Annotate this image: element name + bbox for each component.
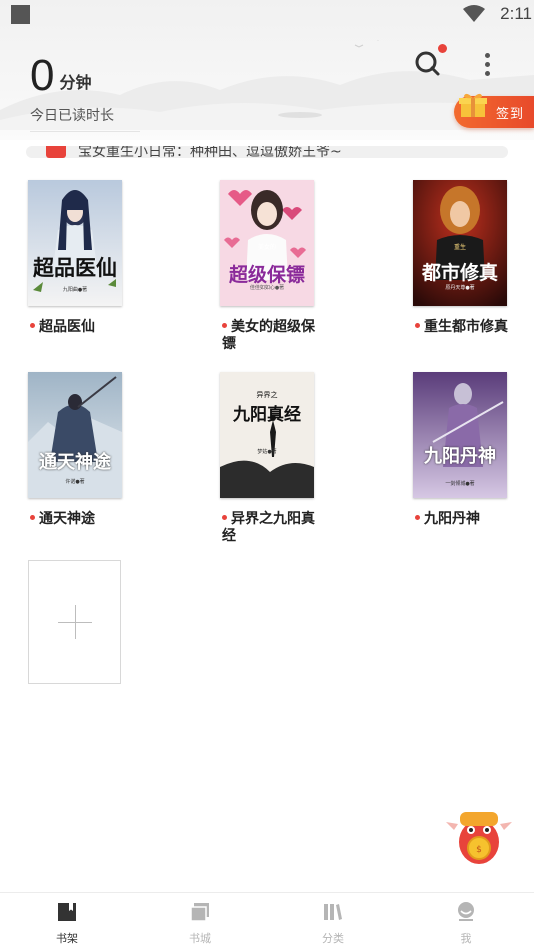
cover-title: 超级保镖: [228, 264, 305, 286]
profile-icon: [458, 902, 474, 921]
tab-label: 分类: [322, 932, 344, 945]
notification-icon: [11, 5, 30, 24]
status-bar: 2:11: [0, 0, 534, 28]
app-screen: 2:11 0 分钟 今日已读时长 签到 宝女重生小日常：种种田、逗逗傲娇王爷~: [0, 0, 534, 949]
plus-icon: [75, 605, 76, 639]
announcement-icon: [46, 146, 66, 158]
bookstore-icon: [190, 903, 209, 922]
wifi-icon: [463, 5, 485, 22]
divider: [30, 131, 140, 132]
book-title-text: 异界之九阳真经: [222, 511, 315, 544]
cover-author: 原丹天尊●著: [445, 285, 475, 291]
search-badge: [438, 44, 447, 53]
tab-label: 书城: [189, 932, 211, 945]
signin-label: 签到: [496, 107, 525, 122]
cover-title: 都市修真: [421, 262, 498, 284]
book-cover[interactable]: 通天神途 许诺●著: [28, 372, 122, 498]
book-cover[interactable]: 九阳丹神 一剑倾城●著: [413, 372, 507, 498]
unread-dot: [30, 514, 35, 520]
book-title-text: 通天神途: [39, 511, 95, 527]
reading-minutes: 0 分钟: [30, 54, 92, 98]
cover-subtitle: 美女的: [257, 244, 276, 251]
notice-bar[interactable]: 宝女重生小日常：种种田、逗逗傲娇王爷~: [26, 146, 508, 158]
cover-title: 超品医仙: [33, 255, 117, 280]
cover-subtitle: 重生: [453, 244, 466, 251]
mascot-reward-icon[interactable]: $: [446, 808, 512, 868]
unread-dot: [222, 514, 227, 520]
cover-title: 九阳丹神: [424, 446, 496, 467]
cover-author: 一剑倾城●著: [445, 481, 475, 487]
tab-bookshelf[interactable]: 书架: [17, 893, 117, 949]
tab-category[interactable]: 分类: [283, 893, 383, 949]
book-cover[interactable]: 重生 都市修真 原丹天尊●著: [413, 180, 507, 306]
book-title[interactable]: 异界之九阳真经: [222, 511, 322, 545]
book-title[interactable]: 超品医仙: [30, 319, 130, 336]
cover-title: 九阳真经: [233, 405, 301, 425]
book-cover[interactable]: 美女的 超级保镖 佳佳如如心●著: [220, 180, 314, 306]
unread-dot: [415, 322, 420, 328]
book-cover[interactable]: 异界之 九阳真经 梦姑●著: [220, 372, 314, 498]
notice-text: 宝女重生小日常：种种田、逗逗傲娇王爷~: [78, 146, 342, 158]
gift-icon: [459, 93, 487, 117]
more-menu-icon[interactable]: [476, 50, 498, 80]
tab-label: 书架: [56, 932, 78, 945]
cover-author: 九阳曲●著: [62, 287, 88, 293]
category-icon: [324, 904, 342, 920]
cover-author: 许诺●著: [65, 479, 85, 485]
book-cover[interactable]: 超品医仙 九阳曲●著: [28, 180, 122, 306]
cover-title: 通天神途: [39, 452, 111, 473]
book-title[interactable]: 九阳丹神: [415, 511, 525, 528]
minutes-unit: 分钟: [59, 73, 92, 92]
header: 2:11 0 分钟 今日已读时长 签到: [0, 0, 534, 140]
unread-dot: [415, 514, 420, 520]
minutes-label: 今日已读时长: [30, 108, 114, 124]
cover-author: 佳佳如如心●著: [249, 285, 285, 291]
book-title-text: 九阳丹神: [424, 511, 480, 527]
unread-dot: [30, 322, 35, 328]
cover-author: 梦姑●著: [257, 449, 277, 455]
svg-text:$: $: [476, 845, 482, 855]
bookshelf-icon: [58, 903, 76, 921]
status-time: 2:11: [500, 4, 532, 23]
minutes-value: 0: [30, 51, 55, 100]
unread-dot: [222, 322, 227, 328]
bottom-tab-bar: 书架 书城 分类 我: [0, 892, 534, 949]
book-title-text: 超品医仙: [39, 319, 95, 335]
cover-subtitle: 异界之: [256, 391, 278, 399]
tab-label: 我: [460, 932, 472, 945]
book-title-text: 美女的超级保镖: [222, 319, 315, 352]
book-title[interactable]: 通天神途: [30, 511, 130, 528]
add-book-button[interactable]: [28, 560, 121, 684]
book-title-text: 重生都市修真: [424, 319, 508, 335]
book-title[interactable]: 重生都市修真: [415, 319, 525, 336]
tab-bookstore[interactable]: 书城: [150, 893, 250, 949]
tab-profile[interactable]: 我: [416, 893, 516, 949]
book-title[interactable]: 美女的超级保镖: [222, 319, 322, 353]
